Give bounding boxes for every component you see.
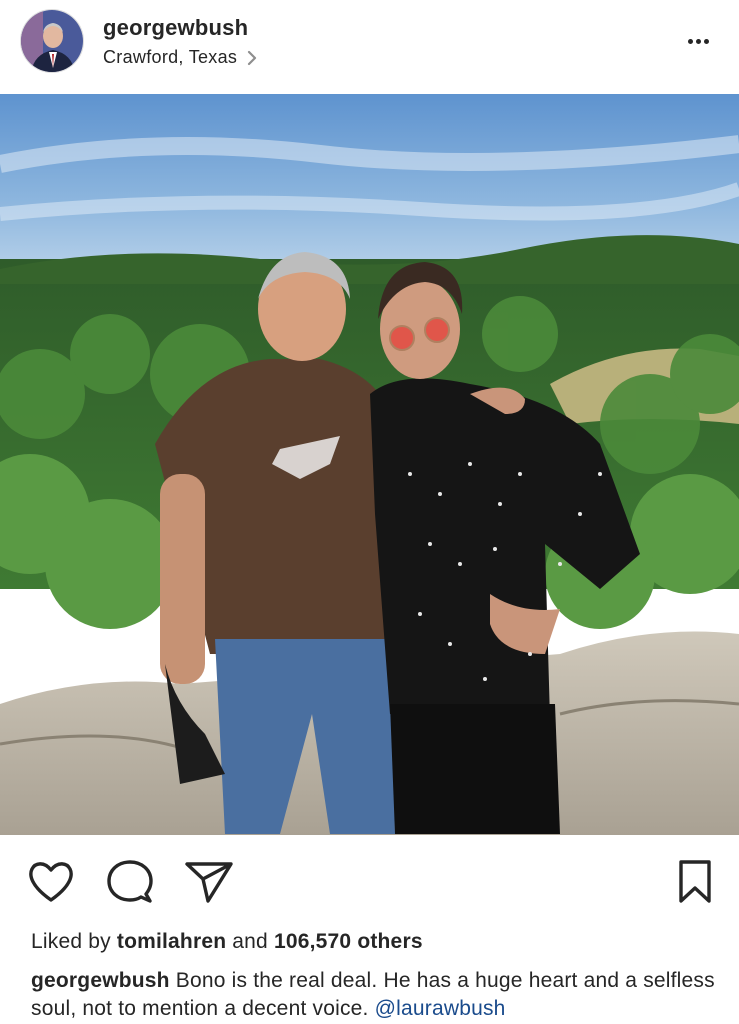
- profile-avatar[interactable]: [20, 9, 84, 73]
- likes-prefix: Liked by: [31, 930, 111, 953]
- location-label: Crawford, Texas: [103, 47, 238, 67]
- caption-username-link[interactable]: georgewbush: [31, 969, 170, 992]
- likes-summary: Liked by tomilahren and 106,570 others: [31, 930, 423, 954]
- more-options-button[interactable]: [683, 26, 713, 56]
- bookmark-icon: [679, 860, 711, 903]
- heart-icon: [29, 862, 73, 902]
- likes-connector: and: [232, 930, 268, 953]
- save-button[interactable]: [677, 859, 713, 910]
- send-icon: [185, 862, 233, 903]
- chevron-right-icon: [248, 50, 257, 65]
- more-horizontal-icon: [687, 38, 693, 44]
- post-actions-bar: [0, 835, 739, 930]
- post-username[interactable]: georgewbush: [103, 15, 248, 41]
- like-button[interactable]: [26, 859, 76, 910]
- photo-image: [0, 94, 739, 835]
- likes-others-link[interactable]: 106,570 others: [274, 930, 423, 953]
- post-header: georgewbush Crawford, Texas: [0, 0, 739, 94]
- post-location[interactable]: Crawford, Texas: [103, 47, 259, 68]
- post-caption: georgewbush Bono is the real deal. He ha…: [31, 967, 721, 1023]
- share-button[interactable]: [184, 859, 234, 910]
- more-dot: [703, 38, 709, 44]
- caption-mention-link[interactable]: @laurawbush: [375, 997, 506, 1020]
- comment-button[interactable]: [106, 859, 154, 910]
- more-dot: [695, 38, 701, 44]
- post-photo[interactable]: [0, 94, 739, 835]
- liked-by-user-link[interactable]: tomilahren: [117, 930, 226, 953]
- comment-icon: [107, 860, 153, 903]
- avatar-image: [21, 10, 83, 72]
